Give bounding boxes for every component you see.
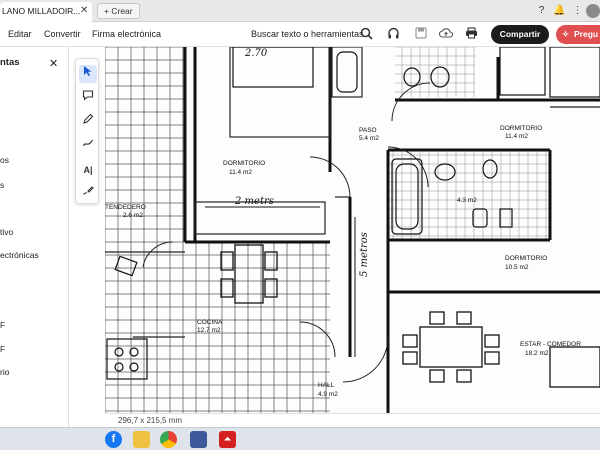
- create-button[interactable]: + Crear: [97, 3, 140, 19]
- room-area: 18.2 m2: [525, 350, 549, 357]
- dimension-vertical: 5 metros: [359, 232, 370, 277]
- ai-chat-icon: ✧: [562, 29, 570, 39]
- facebook-icon[interactable]: f: [105, 431, 122, 448]
- chrome-icon[interactable]: [160, 431, 177, 448]
- ask-button[interactable]: ✧ Pregu: [556, 25, 600, 44]
- menu-item-editar[interactable]: Editar: [8, 29, 32, 39]
- dimension-middle: 2 metrs: [234, 196, 274, 207]
- panel-item[interactable]: F: [0, 344, 5, 354]
- plus-icon: +: [104, 6, 109, 16]
- sofa: [549, 346, 600, 388]
- page-size-readout: 296,7 x 215,5 mm: [118, 416, 183, 425]
- dimension-top: 2.70: [244, 48, 268, 59]
- close-panel-icon[interactable]: ✕: [49, 57, 58, 70]
- app-icon[interactable]: [190, 431, 207, 448]
- save-icon[interactable]: [414, 27, 428, 41]
- room-label: PASO: [359, 127, 377, 134]
- bathroom-tile-area: [388, 150, 550, 240]
- panel-item[interactable]: s: [0, 180, 4, 190]
- kitchen-tile-area: [105, 47, 185, 413]
- share-button[interactable]: Compartir: [491, 25, 549, 44]
- bath-area-label: 4.3 m2: [457, 197, 477, 204]
- panel-item[interactable]: rio: [0, 367, 9, 377]
- file-explorer-icon[interactable]: [133, 431, 150, 448]
- room-area: 10.5 m2: [505, 264, 529, 271]
- menu-item-convertir[interactable]: Convertir: [44, 29, 81, 39]
- text-box-icon[interactable]: A|: [79, 161, 97, 179]
- tools-panel: ntas ✕ os s tivo ectrónicas F F rio: [0, 47, 69, 427]
- room-area: 2.6 m2: [123, 212, 143, 219]
- annotation-toolbar: A|: [75, 58, 99, 204]
- comment-icon[interactable]: [79, 89, 97, 107]
- panel-item[interactable]: ectrónicas: [0, 250, 39, 260]
- room-area: 5.4 m2: [359, 135, 379, 142]
- room-area: 4.9 m2: [318, 391, 338, 398]
- close-tab-icon[interactable]: ✕: [80, 5, 88, 16]
- create-label: Crear: [111, 6, 133, 16]
- tab-title: LANO MILLADOIR...: [2, 6, 81, 16]
- search-tools-label[interactable]: Buscar texto o herramientas: [251, 29, 364, 39]
- help-icon[interactable]: ?: [535, 4, 548, 17]
- room-label: COCINA: [197, 319, 223, 326]
- room-label: TENDEDERO: [105, 204, 146, 211]
- ask-button-label: Pregu: [574, 29, 599, 39]
- room-label: DORMITORIO: [223, 160, 265, 167]
- menu-item-firma[interactable]: Firma electrónica: [92, 29, 161, 39]
- room-area: 11.4 m2: [505, 133, 528, 140]
- room-area: 11.4 m2: [229, 169, 252, 176]
- apps-icon[interactable]: ⋮: [571, 4, 584, 17]
- upload-cloud-icon[interactable]: [439, 27, 454, 41]
- dining-table: [402, 311, 500, 383]
- bath2-tile-area: [395, 47, 475, 97]
- notifications-icon[interactable]: 🔔: [553, 4, 566, 17]
- panel-item[interactable]: tivo: [0, 227, 13, 237]
- draw-freehand-icon[interactable]: [79, 137, 97, 155]
- avatar[interactable]: [586, 4, 600, 18]
- room-label: DORMITORIO: [505, 255, 547, 262]
- document-tab[interactable]: LANO MILLADOIR... ✕: [0, 2, 92, 22]
- os-taskbar: f ⏶: [0, 427, 600, 450]
- room-label: DORMITORIO: [500, 125, 542, 132]
- document-page[interactable]: DORMITORIO 11.4 m2 PASO 5.4 m2 DORMITORI…: [105, 47, 600, 413]
- select-cursor-icon[interactable]: [79, 65, 97, 83]
- panel-item[interactable]: os: [0, 155, 9, 165]
- panel-title: ntas: [0, 57, 20, 68]
- headphones-icon[interactable]: [386, 27, 400, 41]
- highlight-pen-icon[interactable]: [79, 113, 97, 131]
- floor-plan-drawing: DORMITORIO 11.4 m2 PASO 5.4 m2 DORMITORI…: [105, 47, 600, 413]
- room-label: HALL: [318, 382, 335, 389]
- sign-icon[interactable]: [79, 184, 97, 202]
- print-icon[interactable]: [464, 27, 478, 41]
- browser-tab-bar: LANO MILLADOIR... ✕ + Crear ? 🔔 ⋮: [0, 0, 600, 22]
- search-icon[interactable]: [359, 27, 373, 41]
- panel-item[interactable]: F: [0, 320, 5, 330]
- room-label: ESTAR - COMEDOR: [520, 341, 581, 348]
- room-area: 12.7 m2: [197, 327, 221, 334]
- acrobat-icon[interactable]: ⏶: [219, 431, 236, 448]
- main-toolbar: Editar Convertir Firma electrónica Busca…: [0, 22, 600, 47]
